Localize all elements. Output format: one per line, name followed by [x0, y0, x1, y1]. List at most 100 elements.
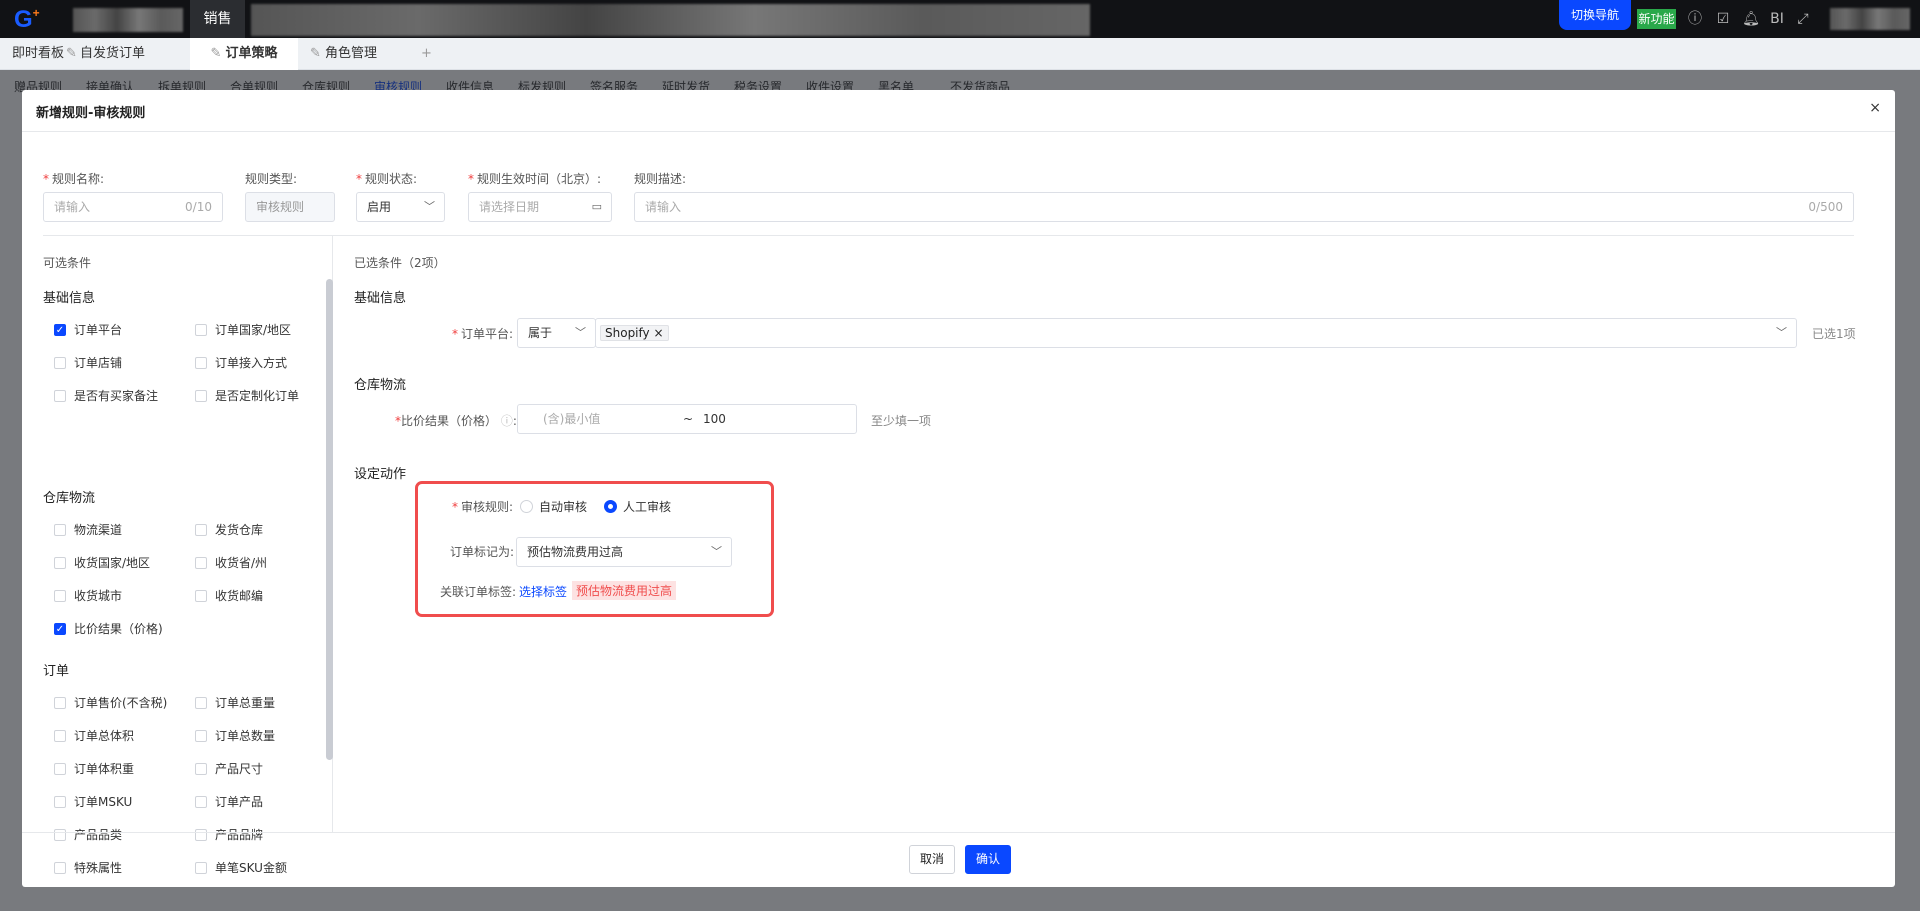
rule-type-field: 审核规则 [245, 192, 335, 222]
condition-checkbox[interactable]: 订单店铺 [54, 354, 122, 371]
condition-checkbox[interactable]: 订单总体积 [54, 727, 134, 744]
checkbox-icon[interactable]: ✓ [54, 323, 66, 336]
condition-checkbox[interactable]: 收货邮编 [195, 587, 263, 604]
price-result-label: *比价结果（价格） ⓘ: [395, 414, 517, 428]
platform-tag-select[interactable]: Shopify × ﹀ [595, 318, 1797, 348]
rule-status-select[interactable]: 启用 ﹀ [356, 192, 445, 222]
checkbox-icon[interactable] [54, 861, 66, 874]
condition-label: 产品尺寸 [215, 762, 264, 776]
condition-checkbox[interactable]: 订单总数量 [195, 727, 275, 744]
checkbox-icon[interactable]: ✓ [54, 622, 66, 635]
condition-checkbox[interactable]: 产品品牌 [195, 826, 263, 843]
condition-group-title: 基础信息 [43, 291, 96, 306]
checkbox-icon[interactable] [195, 729, 207, 742]
add-tab-button[interactable]: + [421, 38, 432, 70]
checkbox-icon[interactable] [195, 556, 207, 569]
rule-desc-input[interactable]: 请输入 0/500 [634, 192, 1854, 222]
tab-role-management[interactable]: ✎ 角色管理 [310, 38, 377, 70]
select-tag-link[interactable]: 选择标签 [519, 583, 567, 600]
condition-checkbox[interactable]: 订单体积重 [54, 760, 134, 777]
price-range-input[interactable]: (含)最小值 ~100 [517, 404, 857, 434]
condition-label: 收货城市 [74, 589, 123, 603]
checkbox-icon[interactable] [195, 861, 207, 874]
new-feature-badge[interactable]: 新功能 [1637, 9, 1676, 29]
condition-checkbox[interactable]: 产品尺寸 [195, 760, 263, 777]
rule-name-input[interactable]: 请输入 0/10 [43, 192, 223, 222]
tab-dashboard[interactable]: 即时看板 [12, 38, 64, 70]
conditions-scrollbar[interactable] [326, 279, 333, 760]
radio-manual-audit[interactable]: 人工审核 [604, 498, 671, 515]
condition-checkbox[interactable]: 单笔SKU金额 [195, 859, 287, 876]
switch-nav-button[interactable]: 切换导航 [1559, 0, 1631, 30]
condition-checkbox[interactable]: 收货城市 [54, 587, 122, 604]
calendar-check-icon[interactable]: ☑ [1714, 9, 1732, 29]
logo[interactable]: G+ [14, 6, 48, 33]
avatar[interactable] [1830, 8, 1910, 30]
tab-self-ship-orders[interactable]: 自发货订单 [80, 38, 145, 70]
condition-checkbox[interactable]: 订单总重量 [195, 694, 275, 711]
selected-logistics-title: 仓库物流 [354, 378, 407, 393]
close-icon[interactable]: × [1869, 100, 1881, 116]
order-mark-select[interactable]: 预估物流费用过高 ﹀ [516, 537, 732, 567]
rule-date-picker[interactable]: 请选择日期 ▭ [468, 192, 612, 222]
platform-tag: Shopify × [600, 325, 669, 341]
fullscreen-icon[interactable]: ⤢ [1794, 9, 1812, 29]
condition-checkbox[interactable]: 发货仓库 [195, 521, 263, 538]
checkbox-icon[interactable] [54, 729, 66, 742]
tab-order-strategy[interactable]: ✎ 订单策略 [190, 38, 298, 70]
checkbox-icon[interactable] [195, 795, 207, 808]
condition-checkbox[interactable]: 产品品类 [54, 826, 122, 843]
condition-label: 收货国家/地区 [74, 556, 151, 570]
condition-checkbox[interactable]: 订单MSKU [54, 793, 132, 810]
checkbox-icon[interactable] [195, 762, 207, 775]
condition-checkbox[interactable]: 是否有买家备注 [54, 387, 158, 404]
condition-checkbox[interactable]: 订单售价(不含税) [54, 694, 167, 711]
checkbox-icon[interactable] [54, 828, 66, 841]
condition-checkbox[interactable]: 订单国家/地区 [195, 321, 291, 338]
checkbox-icon[interactable] [54, 795, 66, 808]
chevron-down-icon: ﹀ [1776, 326, 1787, 339]
condition-checkbox[interactable]: ✓ 订单平台 [54, 321, 122, 338]
nav-module-sales[interactable]: 销售 [190, 0, 245, 38]
rule-desc-label: 规则描述: [634, 172, 687, 186]
cancel-button[interactable]: 取消 [909, 845, 955, 874]
condition-label: 收货省/州 [215, 556, 268, 570]
tag-close-icon[interactable]: × [653, 326, 663, 340]
radio-auto-audit[interactable]: 自动审核 [520, 498, 587, 515]
confirm-button[interactable]: 确认 [965, 845, 1011, 874]
condition-label: 订单平台 [74, 323, 123, 337]
checkbox-icon[interactable] [54, 696, 66, 709]
condition-label: 特殊属性 [74, 861, 123, 875]
checkbox-icon[interactable] [195, 323, 207, 336]
checkbox-icon[interactable] [54, 556, 66, 569]
checkbox-icon[interactable] [54, 762, 66, 775]
checkbox-icon[interactable] [54, 589, 66, 602]
condition-checkbox[interactable]: 订单产品 [195, 793, 263, 810]
checkbox-icon[interactable] [195, 696, 207, 709]
condition-checkbox[interactable]: ✓ 比价结果（价格) [54, 620, 163, 637]
condition-checkbox[interactable]: 收货国家/地区 [54, 554, 150, 571]
platform-operator-select[interactable]: 属于 ﹀ [517, 318, 596, 348]
condition-checkbox[interactable]: 物流渠道 [54, 521, 122, 538]
platform-label: * 订单平台: [452, 327, 514, 341]
bell-icon[interactable]: 🔔︎ [1742, 9, 1760, 29]
info-icon[interactable]: ⓘ [1686, 9, 1704, 29]
condition-label: 订单接入方式 [215, 356, 288, 370]
condition-checkbox[interactable]: 收货省/州 [195, 554, 267, 571]
checkbox-icon[interactable] [54, 389, 66, 402]
bi-icon[interactable]: BI [1768, 9, 1786, 29]
dialog-title: 新增规则-审核规则 [36, 106, 146, 121]
condition-checkbox[interactable]: 订单接入方式 [195, 354, 287, 371]
checkbox-icon[interactable] [195, 589, 207, 602]
platform-count: 已选1项 [1812, 327, 1856, 341]
audit-rule-label: * 审核规则: [452, 500, 514, 514]
condition-label: 订单总体积 [74, 729, 135, 743]
checkbox-icon[interactable] [54, 523, 66, 536]
condition-checkbox[interactable]: 是否定制化订单 [195, 387, 299, 404]
checkbox-icon[interactable] [195, 828, 207, 841]
checkbox-icon[interactable] [54, 356, 66, 369]
checkbox-icon[interactable] [195, 523, 207, 536]
checkbox-icon[interactable] [195, 389, 207, 402]
condition-checkbox[interactable]: 特殊属性 [54, 859, 122, 876]
checkbox-icon[interactable] [195, 356, 207, 369]
